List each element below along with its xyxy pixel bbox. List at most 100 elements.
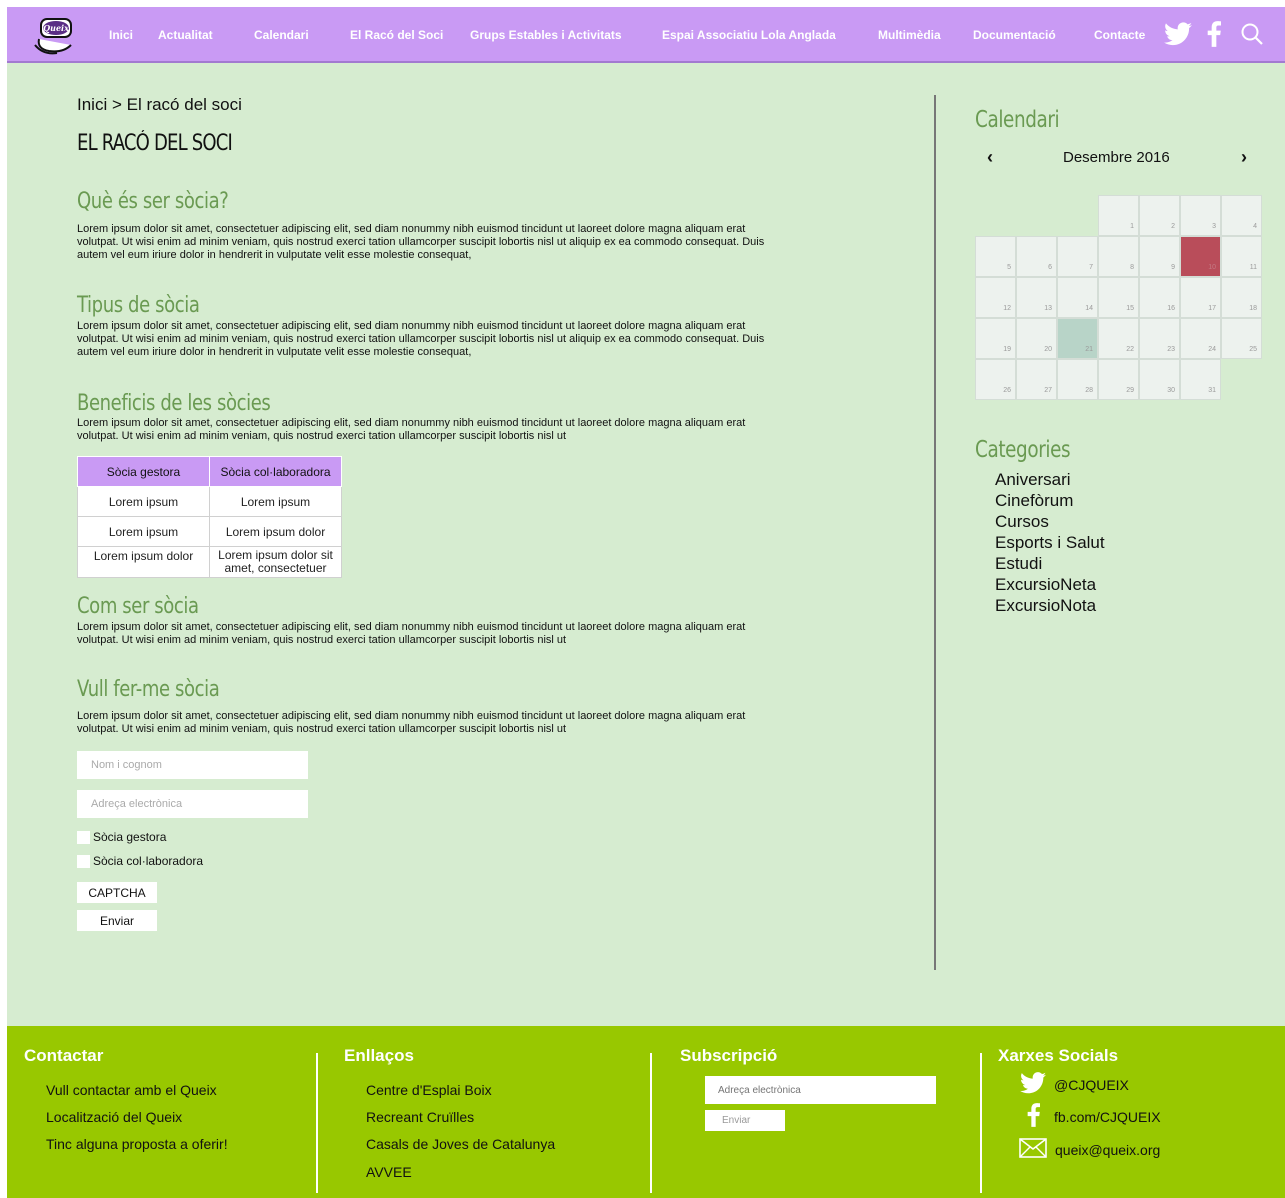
category-item[interactable]: ExcursioNeta [995, 574, 1105, 595]
twitter-icon[interactable] [1164, 22, 1192, 51]
section-text-tipus: Lorem ipsum dolor sit amet, consectetuer… [77, 320, 765, 358]
checkbox-colaboradora[interactable] [77, 854, 90, 868]
calendar-day[interactable]: 3 [1180, 195, 1221, 236]
name-field[interactable] [77, 751, 308, 779]
footer-links-title: Enllaços [344, 1046, 414, 1065]
calendar-day[interactable]: 4 [1221, 195, 1262, 236]
calendar-day[interactable]: 31 [1180, 359, 1221, 400]
footer-contact-link[interactable]: Tinc alguna proposta a oferir! [46, 1136, 228, 1152]
calendar-day[interactable]: 29 [1098, 359, 1139, 400]
footer-divider [316, 1053, 318, 1193]
calendar-day[interactable]: 2 [1139, 195, 1180, 236]
queix-logo[interactable]: Queix [33, 15, 79, 55]
calendar-day[interactable]: 21 [1057, 318, 1098, 359]
footer-social-title: Xarxes Socials [998, 1046, 1119, 1065]
section-title-que-es: Què és ser sòcia? [77, 189, 229, 214]
category-item[interactable]: Cinefòrum [995, 490, 1105, 511]
search-icon[interactable] [1240, 22, 1264, 51]
footer-contact-link[interactable]: Localització del Queix [46, 1109, 182, 1125]
nav-espai[interactable]: Espai Associatiu Lola Anglada [662, 28, 836, 42]
column-divider [934, 95, 936, 970]
subscribe-email-field[interactable] [705, 1076, 936, 1104]
footer-facebook-link[interactable]: fb.com/CJQUEIX [1027, 1103, 1161, 1130]
footer-divider [980, 1053, 982, 1193]
calendar-day[interactable]: 23 [1139, 318, 1180, 359]
calendar-day[interactable]: 16 [1139, 277, 1180, 318]
calendar-day[interactable]: 20 [1016, 318, 1057, 359]
facebook-icon[interactable] [1207, 21, 1221, 52]
category-item[interactable]: Cursos [995, 511, 1105, 532]
twitter-handle: @CJQUEIX [1054, 1076, 1129, 1093]
calendar-day[interactable]: 28 [1057, 359, 1098, 400]
footer-contact-link[interactable]: Vull contactar amb el Queix [46, 1082, 217, 1098]
page-title: EL RACÓ DEL SOCI [77, 131, 233, 156]
calendar-day[interactable]: 24 [1180, 318, 1221, 359]
footer-link[interactable]: Casals de Joves de Catalunya [366, 1136, 555, 1152]
calendar-day[interactable]: 15 [1098, 277, 1139, 318]
calendar-prev-button[interactable]: ‹ [987, 147, 993, 168]
section-title-com-ser: Com ser sòcia [77, 594, 199, 619]
benefits-table: Sòcia gestora Sòcia col·laboradora Lorem… [77, 456, 342, 578]
calendar-day[interactable]: 18 [1221, 277, 1262, 318]
table-row: Lorem ipsum dolor Lorem ipsum dolor sit … [77, 546, 342, 578]
calendar-next-button[interactable]: › [1241, 147, 1247, 168]
calendar-day[interactable]: 12 [975, 277, 1016, 318]
section-title-beneficis: Beneficis de les sòcies [77, 391, 271, 416]
table-cell: Lorem ipsum [209, 486, 342, 517]
calendar-day[interactable]: 26 [975, 359, 1016, 400]
calendar-day[interactable]: 7 [1057, 236, 1098, 277]
calendar-day[interactable]: 8 [1098, 236, 1139, 277]
nav-contacte[interactable]: Contacte [1094, 28, 1145, 42]
table-cell: Lorem ipsum dolor [209, 516, 342, 547]
facebook-handle: fb.com/CJQUEIX [1054, 1108, 1161, 1125]
footer-twitter-link[interactable]: @CJQUEIX [1020, 1072, 1129, 1097]
footer-subscribe-title: Subscripció [680, 1046, 778, 1065]
calendar-day[interactable]: 9 [1139, 236, 1180, 277]
table-header: Sòcia col·laboradora [209, 456, 342, 487]
footer-link[interactable]: AVVEE [366, 1164, 412, 1180]
table-cell: Lorem ipsum dolor [77, 546, 210, 578]
section-text-com-ser: Lorem ipsum dolor sit amet, consectetuer… [77, 621, 746, 646]
checkbox-gestora[interactable] [77, 830, 90, 844]
calendar-day[interactable]: 17 [1180, 277, 1221, 318]
submit-button[interactable]: Enviar [77, 910, 157, 931]
calendar-day[interactable]: 25 [1221, 318, 1262, 359]
nav-raco-soci[interactable]: El Racó del Soci [350, 28, 443, 42]
facebook-icon [1027, 1103, 1040, 1130]
footer-email-link[interactable]: queix@queix.org [1019, 1138, 1160, 1161]
section-text-que-es: Lorem ipsum dolor sit amet, consectetuer… [77, 223, 765, 261]
checkbox-colaboradora-row[interactable]: Sòcia col·laboradora [77, 853, 203, 869]
footer-link[interactable]: Recreant Cruïlles [366, 1109, 474, 1125]
category-item[interactable]: ExcursioNota [995, 595, 1105, 616]
calendar-day[interactable]: 1 [1098, 195, 1139, 236]
calendar-day[interactable]: 19 [975, 318, 1016, 359]
nav-inici[interactable]: Inici [109, 28, 133, 42]
calendar-day[interactable]: 5 [975, 236, 1016, 277]
calendar-day[interactable]: 27 [1016, 359, 1057, 400]
captcha-button[interactable]: CAPTCHA [77, 882, 157, 903]
calendar-day[interactable]: 6 [1016, 236, 1057, 277]
category-item[interactable]: Aniversari [995, 469, 1105, 490]
calendar-day[interactable]: 10 [1180, 236, 1221, 277]
email-field[interactable] [77, 790, 308, 818]
footer-divider [650, 1053, 652, 1193]
nav-actualitat[interactable]: Actualitat [158, 28, 213, 42]
breadcrumb: Inici > El racó del soci [77, 95, 242, 114]
calendar-day[interactable]: 14 [1057, 277, 1098, 318]
nav-multimedia[interactable]: Multimèdia [878, 28, 941, 42]
nav-documentacio[interactable]: Documentació [973, 28, 1056, 42]
calendar-day[interactable]: 13 [1016, 277, 1057, 318]
calendar-day[interactable]: 22 [1098, 318, 1139, 359]
calendar-day[interactable]: 30 [1139, 359, 1180, 400]
nav-calendari[interactable]: Calendari [254, 28, 309, 42]
nav-grups[interactable]: Grups Estables i Activitats [470, 28, 622, 42]
checkbox-gestora-row[interactable]: Sòcia gestora [77, 829, 166, 845]
category-item[interactable]: Estudi [995, 553, 1105, 574]
calendar-grid: 1 2 3 4 5 6 7 8 9 10 11 12 13 14 15 16 17 18 19 20 21 22 23 24 2… [975, 195, 1262, 400]
calendar-day[interactable]: 11 [1221, 236, 1262, 277]
category-item[interactable]: Esports i Salut [995, 532, 1105, 553]
categories-list: Aniversari Cinefòrum Cursos Esports i Sa… [995, 469, 1105, 616]
subscribe-button[interactable]: Enviar [705, 1110, 785, 1131]
footer-link[interactable]: Centre d'Esplai Boix [366, 1082, 492, 1098]
calendar-title: Calendari [975, 107, 1060, 133]
